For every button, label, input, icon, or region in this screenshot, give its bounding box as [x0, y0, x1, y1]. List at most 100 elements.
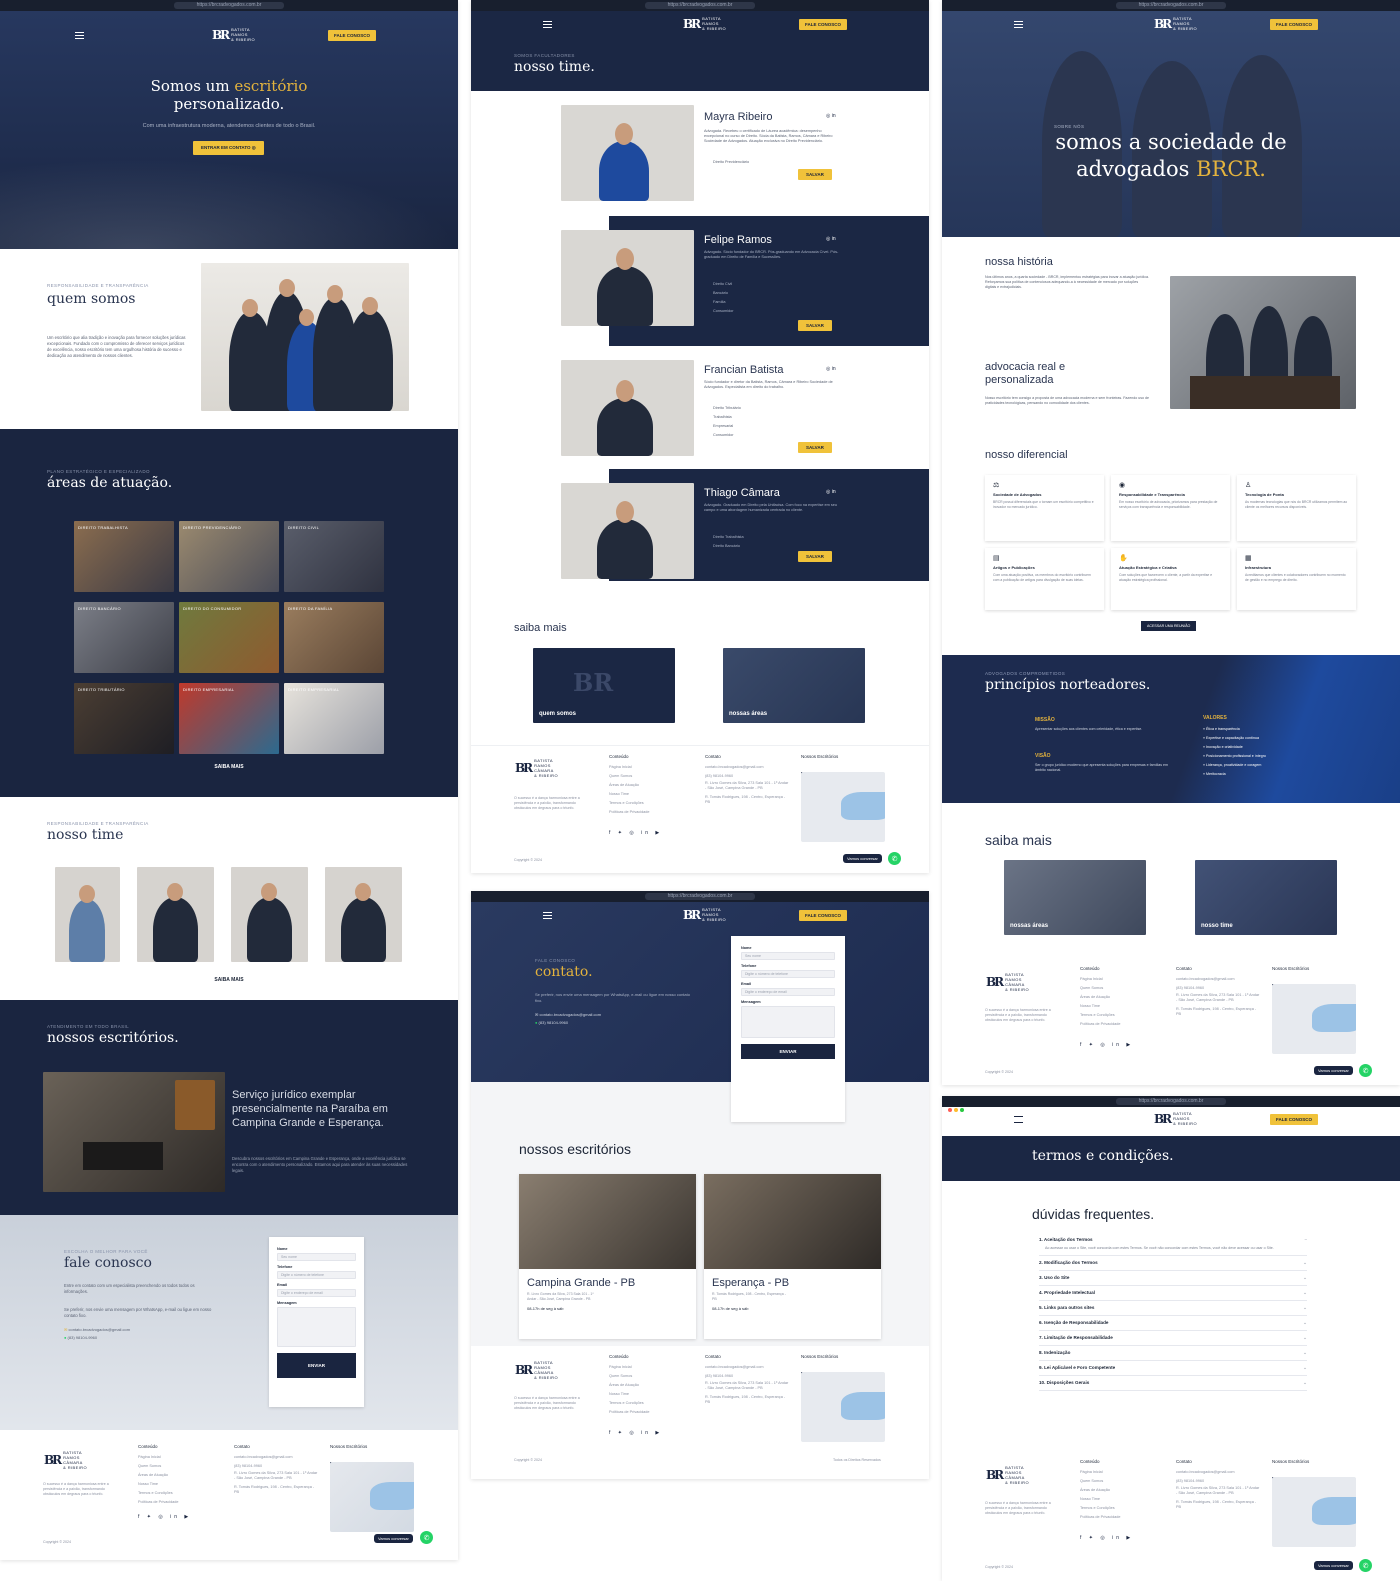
social-icons[interactable]: f ✦ ◎ in ▶ [1080, 1042, 1133, 1048]
team-photo[interactable] [231, 867, 308, 962]
office-card[interactable]: Esperança - PB R. Tomás Rodrigues, 198 -… [704, 1174, 881, 1339]
footer-link[interactable]: Nosso Time [609, 790, 650, 799]
more-card-about[interactable]: BR quem somos [533, 648, 675, 723]
member-social-icons[interactable]: ◎ in [826, 236, 836, 242]
message-input[interactable] [741, 1006, 835, 1038]
area-tile[interactable]: DIREITO EMPRESARIAL [284, 683, 384, 754]
office-map[interactable] [1272, 984, 1356, 1054]
menu-icon[interactable] [1014, 21, 1023, 28]
chat-chip[interactable]: Vamos conversar [1314, 1561, 1353, 1570]
area-tile[interactable]: DIREITO PREVIDENCIÁRIO [179, 521, 279, 592]
social-icons[interactable]: f ✦ ◎ in ▶ [138, 1514, 191, 1520]
footer-link[interactable]: Página Inicial [138, 1453, 179, 1462]
whatsapp-button[interactable]: ✆ [888, 852, 901, 865]
menu-icon[interactable] [75, 32, 84, 39]
more-card-areas[interactable]: nossas áreas [723, 648, 865, 723]
area-tile[interactable]: DIREITO BANCÁRIO [74, 602, 174, 673]
faq-item[interactable]: 1. Aceitação dos Termos – [1039, 1233, 1307, 1246]
member-social-icons[interactable]: ◎ in [826, 113, 836, 119]
email-input[interactable]: Digite o endereço de email [741, 988, 835, 996]
more-card-areas[interactable]: nossas áreas [1004, 860, 1146, 935]
faq-item[interactable]: 8. Indenização ⌄ [1039, 1346, 1307, 1361]
footer-link[interactable]: Políticas de Privacidade [609, 808, 650, 817]
area-tile[interactable]: DIREITO CIVIL [284, 521, 384, 592]
phone-input[interactable]: Digite o número de telefone [741, 970, 835, 978]
more-card-team[interactable]: nosso time [1195, 860, 1337, 935]
logo[interactable]: BR BATISTA RAMOS & RIBEIRO [683, 16, 726, 31]
office-map[interactable] [801, 772, 885, 842]
url-bar[interactable]: https://brcradvogados.com.br [174, 2, 284, 9]
diff-button[interactable]: ACESSAR UMA REUNIÃO [1141, 621, 1197, 631]
faq-item[interactable]: 3. Uso do Site ⌄ [1039, 1271, 1307, 1286]
message-input[interactable] [277, 1307, 356, 1347]
faq-item[interactable]: 7. Limitação de Responsabilidade ⌄ [1039, 1331, 1307, 1346]
logo[interactable]: BR BATISTA RAMOS & RIBEIRO [1154, 1111, 1197, 1126]
faq-item[interactable]: 6. Isenção de Responsabilidade ⌄ [1039, 1316, 1307, 1331]
nav-cta-button[interactable]: FALE CONOSCO [799, 19, 848, 30]
social-icons[interactable]: f ✦ ◎ in ▶ [609, 830, 662, 836]
member-social-icons[interactable]: ◎ in [826, 489, 836, 495]
area-tile[interactable]: DIREITO DA FAMÍLIA [284, 602, 384, 673]
member-social-icons[interactable]: ◎ in [826, 366, 836, 372]
footer-link[interactable]: Quem Somos [138, 1462, 179, 1471]
team-photo[interactable] [325, 867, 402, 962]
logo[interactable]: BR BATISTA RAMOS & RIBEIRO [1154, 16, 1197, 31]
save-button[interactable]: SALVAR [798, 551, 832, 562]
footer-link[interactable]: Página Inicial [609, 763, 650, 772]
faq-item[interactable]: 4. Propriedade Intelectual ⌄ [1039, 1286, 1307, 1301]
hero-contact-button[interactable]: ENTRAR EM CONTATO ◎ [193, 141, 264, 155]
contact-email[interactable]: ✉ contato.brcadvogados@gmail.com [64, 1327, 130, 1333]
footer-link[interactable]: Áreas de Atuação [138, 1471, 179, 1480]
menu-icon[interactable] [1014, 1116, 1023, 1123]
whatsapp-button[interactable]: ✆ [1359, 1064, 1372, 1077]
footer-link[interactable]: Quem Somos [609, 772, 650, 781]
area-tile[interactable]: DIREITO EMPRESARIAL [179, 683, 279, 754]
area-tile[interactable]: DIREITO TRABALHISTA [74, 521, 174, 592]
footer-link[interactable]: Nosso Time [138, 1480, 179, 1489]
areas-more-link[interactable]: SAIBA MAIS [0, 764, 458, 770]
logo[interactable]: BR BATISTA RAMOS & RIBEIRO [683, 907, 726, 922]
save-button[interactable]: SALVAR [798, 320, 832, 331]
submit-button[interactable]: ENVIAR [741, 1044, 835, 1059]
menu-icon[interactable] [543, 21, 552, 28]
footer-link[interactable]: Áreas de Atuação [609, 781, 650, 790]
nav-cta-button[interactable]: FALE CONOSCO [1270, 19, 1319, 30]
faq-item[interactable]: 5. Links para outros sites ⌄ [1039, 1301, 1307, 1316]
submit-button[interactable]: ENVIAR [277, 1353, 356, 1378]
nav-cta-button[interactable]: FALE CONOSCO [328, 30, 377, 41]
whatsapp-button[interactable]: ✆ [420, 1531, 433, 1544]
office-map[interactable] [1272, 1477, 1356, 1547]
team-more-link[interactable]: SAIBA MAIS [0, 977, 458, 983]
save-button[interactable]: SALVAR [798, 442, 832, 453]
footer-link[interactable]: Termos e Condições [138, 1489, 179, 1498]
chat-chip[interactable]: Vamos conversar [1314, 1066, 1353, 1075]
office-card[interactable]: Campina Grande - PB R. Livro Gomes da Si… [519, 1174, 696, 1339]
save-button[interactable]: SALVAR [798, 169, 832, 180]
contact-phone[interactable]: ● (83) 98104-9960 [535, 1020, 568, 1025]
team-photo[interactable] [55, 867, 120, 962]
footer-logo[interactable]: BR BATISTA RAMOS CÂMARA & RIBEIRO [44, 1450, 87, 1470]
name-input[interactable]: Seu nome [741, 952, 835, 960]
nav-cta-button[interactable]: FALE CONOSCO [799, 910, 848, 921]
faq-item[interactable]: 9. Lei Aplicável e Foro Competente ⌄ [1039, 1361, 1307, 1376]
area-tile[interactable]: DIREITO TRIBUTÁRIO [74, 683, 174, 754]
faq-item[interactable]: 2. Modificação dos Termos ⌄ [1039, 1256, 1307, 1271]
nav-cta-button[interactable]: FALE CONOSCO [1270, 1114, 1319, 1125]
office-map[interactable] [801, 1372, 885, 1442]
office-map[interactable] [330, 1462, 414, 1532]
chat-chip[interactable]: Vamos conversar [843, 854, 882, 863]
contact-phone[interactable]: ● (83) 98104-9960 [64, 1335, 97, 1341]
email-input[interactable]: Digite o endereço de email [277, 1289, 356, 1297]
menu-icon[interactable] [543, 912, 552, 919]
name-input[interactable]: Seu nome [277, 1253, 356, 1261]
area-tile[interactable]: DIREITO DO CONSUMIDOR [179, 602, 279, 673]
faq-item[interactable]: 10. Disposições Gerais ⌄ [1039, 1376, 1307, 1391]
contact-email[interactable]: ✉ contato.brcadvogados@gmail.com [535, 1012, 601, 1017]
chat-chip[interactable]: Vamos conversar [374, 1534, 413, 1543]
social-icons[interactable]: f ✦ ◎ in ▶ [609, 1430, 662, 1436]
phone-input[interactable]: Digite o número de telefone [277, 1271, 356, 1279]
logo[interactable]: BR BATISTA RAMOS & RIBEIRO [212, 27, 255, 42]
team-photo[interactable] [137, 867, 214, 962]
whatsapp-button[interactable]: ✆ [1359, 1559, 1372, 1572]
footer-link[interactable]: Políticas de Privacidade [138, 1498, 179, 1507]
